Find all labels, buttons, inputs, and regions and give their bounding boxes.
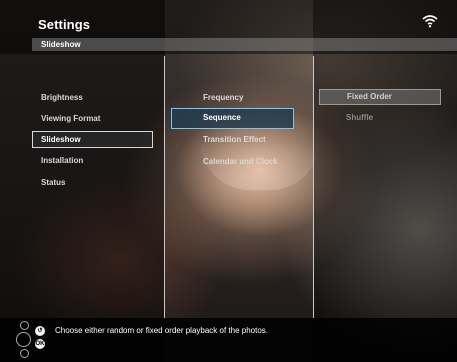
menu-item-calendar-and-clock[interactable]: Calendar and Clock <box>203 155 278 169</box>
menu-item-frequency[interactable]: Frequency <box>203 91 243 105</box>
ok-icon: OK <box>35 339 45 349</box>
nav-ring-middle <box>16 332 31 347</box>
help-text: Choose either random or fixed order play… <box>55 326 269 335</box>
page-title: Settings <box>38 17 91 32</box>
right-panel-overlay <box>313 0 457 362</box>
left-panel-overlay <box>0 0 165 362</box>
column-divider-1 <box>164 56 165 318</box>
option-shuffle[interactable]: Shuffle <box>346 111 373 125</box>
screen: Settings Slideshow Brightness Viewing Fo… <box>0 0 457 362</box>
menu-item-status[interactable]: Status <box>41 176 65 190</box>
column-divider-2 <box>313 56 314 318</box>
menu-item-slideshow[interactable]: Slideshow <box>32 131 153 148</box>
nav-ring-top <box>20 321 29 330</box>
menu-item-transition-effect[interactable]: Transition Effect <box>203 133 266 147</box>
menu-item-sequence[interactable]: Sequence <box>171 108 294 129</box>
menu-item-installation[interactable]: Installation <box>41 154 83 168</box>
nav-ring-bottom <box>20 349 29 358</box>
menu-item-brightness[interactable]: Brightness <box>41 91 83 105</box>
breadcrumb: Slideshow <box>41 40 81 49</box>
menu-item-viewing-format[interactable]: Viewing Format <box>41 112 100 126</box>
back-arrow-icon: ↺ <box>35 326 45 336</box>
option-fixed-order[interactable]: Fixed Order <box>319 89 441 105</box>
wifi-icon <box>422 15 438 28</box>
breadcrumb-bar <box>32 38 457 51</box>
